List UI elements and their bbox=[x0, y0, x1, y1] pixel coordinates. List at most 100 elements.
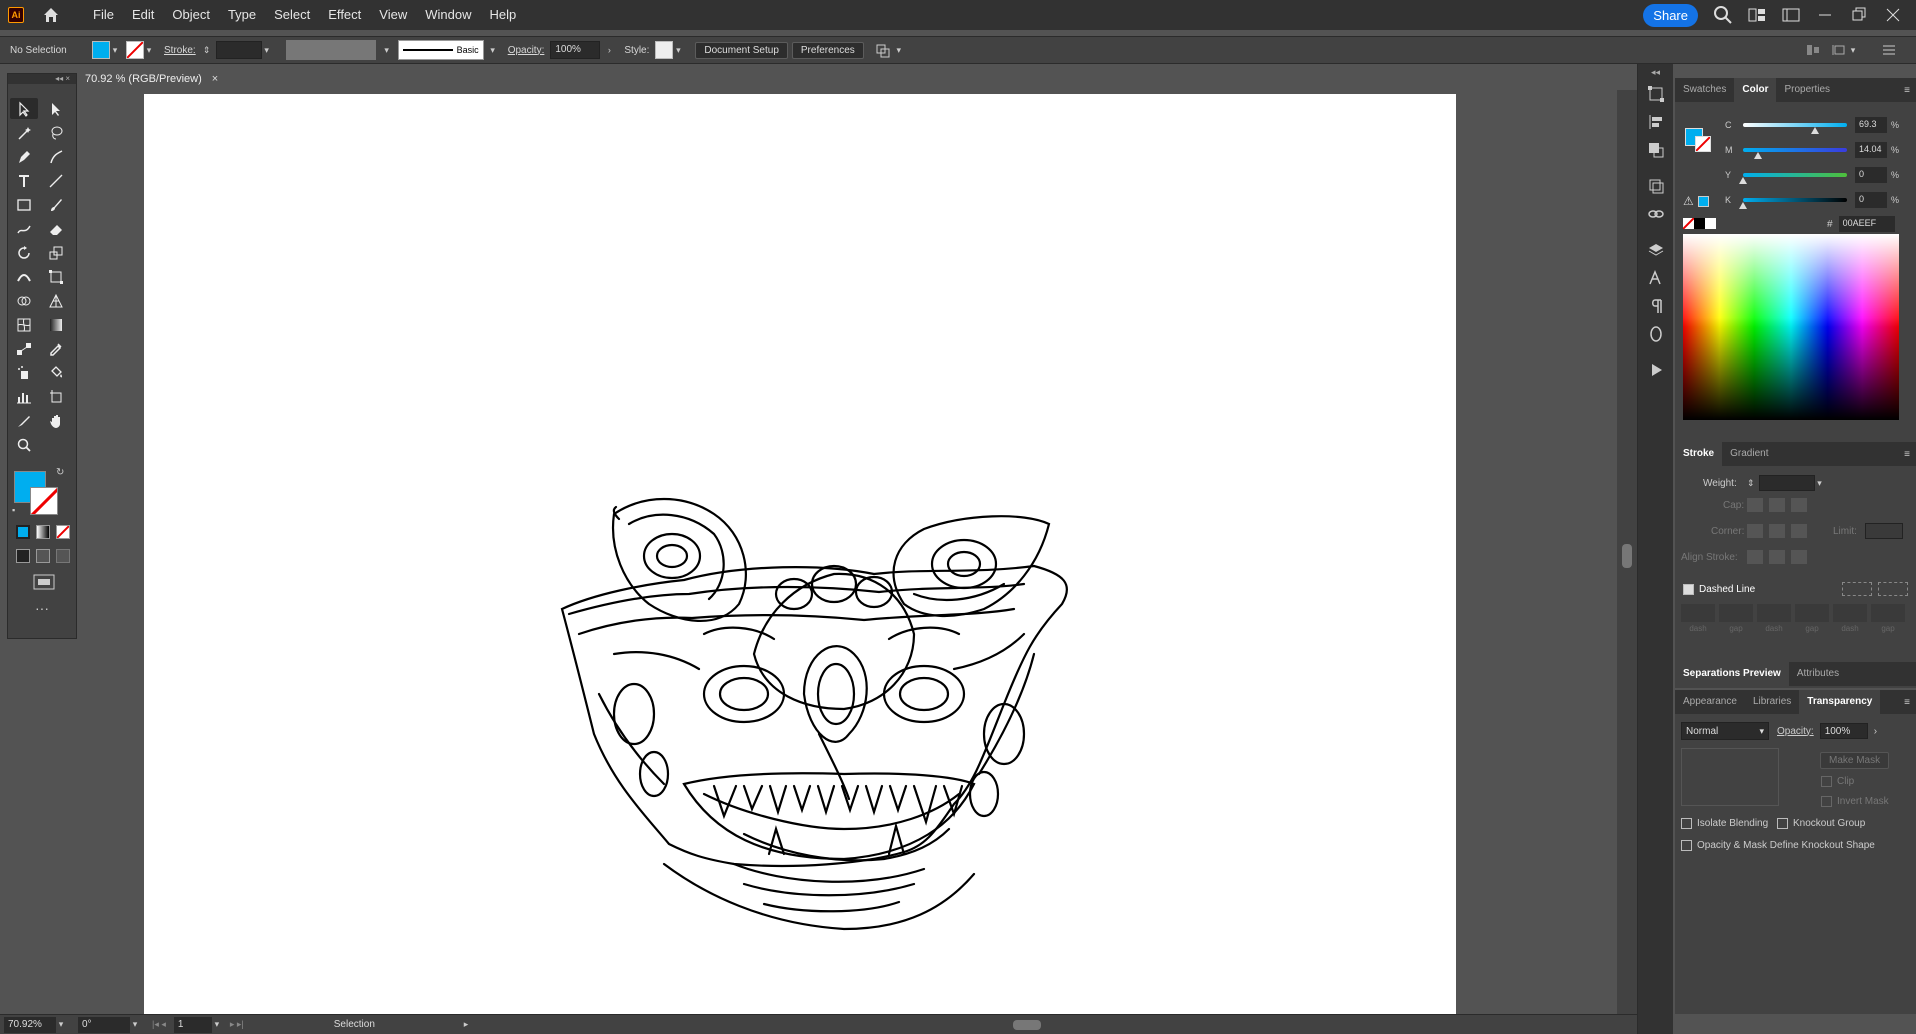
home-icon[interactable] bbox=[42, 6, 60, 24]
collapse-panels-icon[interactable]: ◂◂ bbox=[1638, 64, 1673, 80]
artboard-number-field[interactable]: 1 bbox=[173, 1016, 212, 1033]
panel-menu-icon[interactable]: ≡ bbox=[1904, 85, 1910, 96]
character-panel-icon[interactable] bbox=[1638, 264, 1674, 292]
close-tab-icon[interactable]: × bbox=[212, 73, 218, 85]
dash-field[interactable] bbox=[1833, 604, 1867, 622]
width-tool-icon[interactable] bbox=[10, 266, 38, 287]
chevron-down-icon[interactable]: ▾ bbox=[382, 45, 392, 56]
object-thumbnail[interactable] bbox=[1681, 748, 1779, 806]
free-transform-tool-icon[interactable] bbox=[42, 266, 70, 287]
draw-inside-icon[interactable] bbox=[56, 549, 70, 563]
chevron-down-icon[interactable]: ▾ bbox=[673, 45, 683, 56]
chevron-down-icon[interactable]: ▾ bbox=[110, 45, 120, 56]
menu-file[interactable]: File bbox=[84, 0, 123, 30]
tool-status[interactable]: Selection bbox=[334, 1019, 464, 1030]
tab-attributes[interactable]: Attributes bbox=[1789, 662, 1847, 686]
draw-normal-icon[interactable] bbox=[16, 549, 30, 563]
panel-menu-icon[interactable] bbox=[1880, 42, 1898, 58]
stepper-icon[interactable]: ⇕ bbox=[1747, 478, 1755, 489]
clip-checkbox[interactable] bbox=[1821, 775, 1832, 787]
miter-join-icon[interactable] bbox=[1747, 524, 1763, 538]
pen-tool-icon[interactable] bbox=[10, 146, 38, 167]
links-panel-icon[interactable] bbox=[1638, 200, 1674, 228]
align-center-icon[interactable] bbox=[1747, 550, 1763, 564]
knockout-group-checkbox[interactable] bbox=[1777, 817, 1788, 829]
rotate-tool-icon[interactable] bbox=[10, 242, 38, 263]
magic-wand-tool-icon[interactable] bbox=[10, 122, 38, 143]
gamut-swatch[interactable] bbox=[1697, 195, 1709, 207]
blend-tool-icon[interactable] bbox=[10, 338, 38, 359]
fill-stroke-widget[interactable]: ↻ ▪ bbox=[8, 463, 76, 515]
dash-preserve-icon[interactable] bbox=[1842, 582, 1872, 596]
hex-field[interactable]: 00AEEF bbox=[1838, 216, 1895, 232]
chevron-down-icon[interactable]: ▾ bbox=[488, 45, 498, 56]
black-slider[interactable] bbox=[1739, 197, 1847, 209]
tab-separations-preview[interactable]: Separations Preview bbox=[1675, 662, 1789, 686]
screen-mode-icon[interactable] bbox=[32, 573, 56, 591]
slider-thumb[interactable] bbox=[1739, 201, 1747, 209]
round-join-icon[interactable] bbox=[1769, 524, 1785, 538]
canvas-area[interactable] bbox=[77, 90, 1637, 1014]
slider-thumb[interactable] bbox=[1753, 151, 1762, 159]
panel-menu-icon[interactable]: ≡ bbox=[1904, 697, 1910, 708]
curvature-tool-icon[interactable] bbox=[42, 146, 70, 167]
toolbox-collapse[interactable]: ◂◂ × bbox=[8, 74, 76, 84]
blend-mode-select[interactable]: Normal ▾ bbox=[1681, 722, 1769, 740]
menu-type[interactable]: Type bbox=[219, 0, 265, 30]
line-tool-icon[interactable] bbox=[42, 170, 70, 191]
invert-mask-checkbox[interactable] bbox=[1821, 795, 1832, 807]
chevron-down-icon[interactable]: ▾ bbox=[144, 45, 154, 56]
menu-select[interactable]: Select bbox=[265, 0, 319, 30]
tab-gradient[interactable]: Gradient bbox=[1722, 442, 1776, 466]
minimize-icon[interactable] bbox=[1814, 4, 1836, 26]
first-artboard-icon[interactable]: |◂ ◂ bbox=[152, 1019, 166, 1030]
document-tab[interactable]: 70.92 % (RGB/Preview) × bbox=[77, 68, 237, 90]
arrange-icon[interactable] bbox=[874, 42, 894, 58]
weight-field[interactable] bbox=[1758, 475, 1815, 491]
type-tool-icon[interactable] bbox=[10, 170, 38, 191]
column-graph-tool-icon[interactable] bbox=[10, 386, 38, 407]
dash-field[interactable] bbox=[1681, 604, 1715, 622]
live-paint-tool-icon[interactable] bbox=[42, 362, 70, 383]
gap-field[interactable] bbox=[1871, 604, 1905, 622]
graphic-style-swatch[interactable] bbox=[655, 41, 674, 59]
close-icon[interactable] bbox=[1882, 4, 1904, 26]
chevron-down-icon[interactable]: ▾ bbox=[130, 1019, 140, 1030]
gap-field[interactable] bbox=[1795, 604, 1829, 622]
menu-edit[interactable]: Edit bbox=[123, 0, 163, 30]
menu-object[interactable]: Object bbox=[163, 0, 219, 30]
limit-field[interactable] bbox=[1864, 523, 1903, 539]
menu-window[interactable]: Window bbox=[416, 0, 480, 30]
stroke-swatch[interactable] bbox=[126, 41, 144, 59]
slider-thumb[interactable] bbox=[1811, 126, 1820, 134]
pathfinder-panel-icon[interactable] bbox=[1638, 136, 1674, 164]
chevron-down-icon[interactable]: ▾ bbox=[1815, 478, 1825, 489]
panel-menu-icon[interactable]: ≡ bbox=[1904, 449, 1910, 460]
chevron-down-icon[interactable]: ▾ bbox=[262, 45, 272, 56]
workspace-icon[interactable] bbox=[1780, 4, 1802, 26]
scroll-thumb[interactable] bbox=[1622, 544, 1632, 568]
mask-line-artwork[interactable] bbox=[144, 94, 1456, 1014]
transform-icon[interactable] bbox=[1830, 42, 1848, 58]
align-panel-icon[interactable] bbox=[1638, 108, 1674, 136]
shaper-tool-icon[interactable] bbox=[10, 218, 38, 239]
artboard[interactable] bbox=[144, 94, 1456, 1014]
projecting-cap-icon[interactable] bbox=[1791, 498, 1807, 512]
zoom-tool-icon[interactable] bbox=[10, 434, 38, 455]
chevron-down-icon[interactable]: ▾ bbox=[56, 1019, 66, 1030]
color-spectrum[interactable] bbox=[1683, 234, 1899, 420]
yellow-value[interactable]: 0 bbox=[1855, 166, 1887, 183]
dash-field[interactable] bbox=[1757, 604, 1791, 622]
eyedropper-tool-icon[interactable] bbox=[42, 338, 70, 359]
hand-tool-icon[interactable] bbox=[42, 410, 70, 431]
dash-align-icon[interactable] bbox=[1878, 582, 1908, 596]
tab-swatches[interactable]: Swatches bbox=[1675, 78, 1734, 102]
magenta-value[interactable]: 14.04 bbox=[1855, 141, 1887, 158]
tab-appearance[interactable]: Appearance bbox=[1675, 690, 1745, 714]
lasso-tool-icon[interactable] bbox=[42, 122, 70, 143]
magenta-slider[interactable] bbox=[1743, 147, 1847, 159]
layers-panel-icon[interactable] bbox=[1638, 236, 1674, 264]
dashed-line-checkbox[interactable] bbox=[1683, 583, 1694, 595]
paintbrush-tool-icon[interactable] bbox=[42, 194, 70, 215]
round-cap-icon[interactable] bbox=[1769, 498, 1785, 512]
